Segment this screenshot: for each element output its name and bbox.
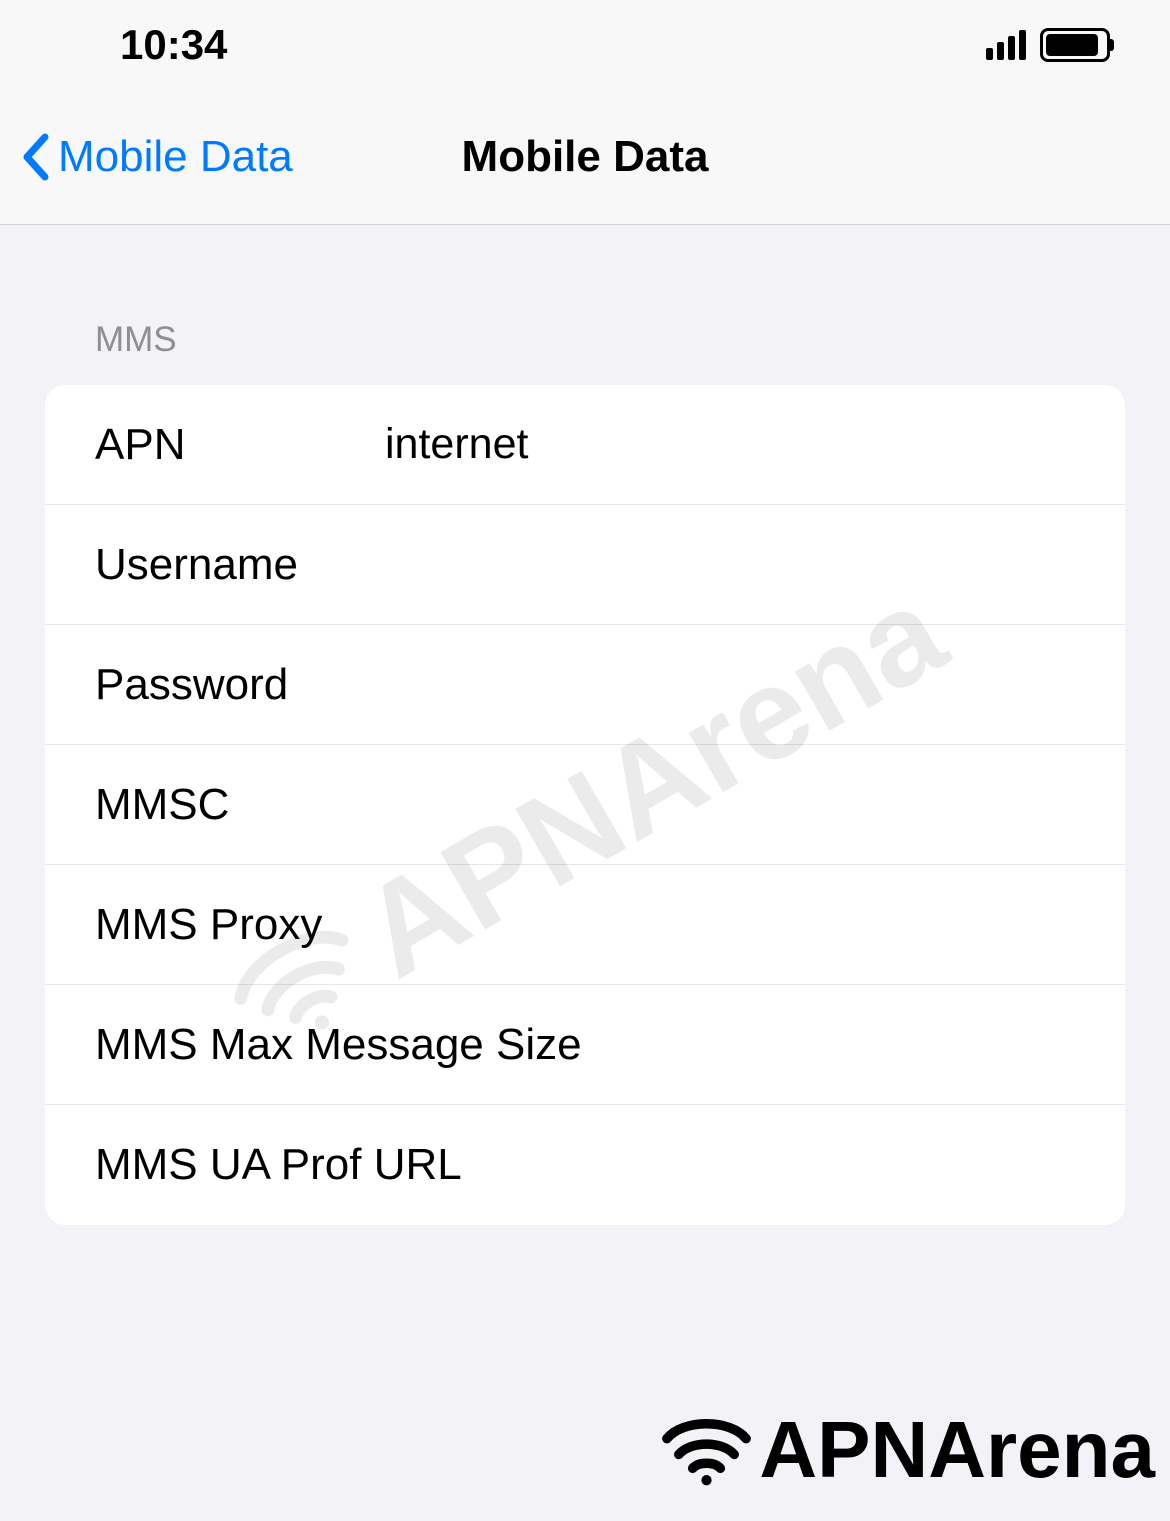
row-mms-max-size[interactable]: MMS Max Message Size — [45, 985, 1125, 1105]
username-input[interactable] — [385, 540, 1085, 589]
row-mms-ua-prof[interactable]: MMS UA Prof URL — [45, 1105, 1125, 1225]
apn-label: APN — [95, 420, 385, 470]
wifi-icon — [659, 1413, 754, 1488]
back-label: Mobile Data — [58, 132, 293, 182]
back-button[interactable]: Mobile Data — [20, 132, 293, 182]
status-right — [986, 28, 1110, 62]
battery-icon — [1040, 28, 1110, 62]
username-label: Username — [95, 540, 385, 590]
apn-input[interactable] — [385, 420, 1085, 469]
row-username[interactable]: Username — [45, 505, 1125, 625]
row-password[interactable]: Password — [45, 625, 1125, 745]
status-time: 10:34 — [120, 21, 227, 69]
section-header-mms: MMS — [45, 225, 1125, 385]
content: MMS APN Username Password MMSC MMS Proxy… — [0, 225, 1170, 1225]
signal-icon — [986, 30, 1026, 60]
mmsc-label: MMSC — [95, 780, 385, 830]
footer-brand: APNArena — [659, 1404, 1155, 1496]
mms-ua-prof-label: MMS UA Prof URL — [95, 1140, 1085, 1190]
row-mmsc[interactable]: MMSC — [45, 745, 1125, 865]
mms-max-size-label: MMS Max Message Size — [95, 1020, 1085, 1070]
password-label: Password — [95, 660, 385, 710]
mmsc-input[interactable] — [385, 780, 1085, 829]
row-apn[interactable]: APN — [45, 385, 1125, 505]
status-bar: 10:34 — [0, 0, 1170, 90]
row-mms-proxy[interactable]: MMS Proxy — [45, 865, 1125, 985]
chevron-left-icon — [20, 132, 50, 182]
mms-proxy-label: MMS Proxy — [95, 900, 1085, 950]
nav-bar: Mobile Data Mobile Data — [0, 90, 1170, 225]
settings-group-mms: APN Username Password MMSC MMS Proxy MMS… — [45, 385, 1125, 1225]
password-input[interactable] — [385, 660, 1085, 709]
footer-brand-text: APNArena — [759, 1404, 1155, 1496]
page-title: Mobile Data — [462, 132, 709, 182]
